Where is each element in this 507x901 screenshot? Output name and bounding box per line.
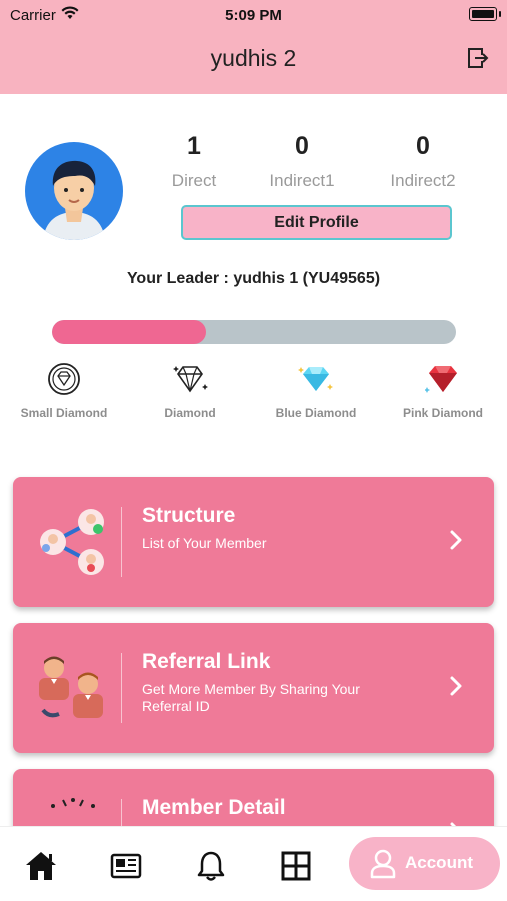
leader-text: Your Leader : yudhis 1 (YU49565) [126,270,381,287]
card-title: Member Detail [142,796,286,819]
card-title: Referral Link [142,650,271,673]
logout-icon[interactable] [467,47,489,69]
edit-profile-button[interactable]: Edit Profile [181,205,452,240]
card-subtitle: List of Your Member [142,535,267,551]
card-title: Structure [142,504,236,527]
stat-indirect2-label: Indirect2 [390,171,456,190]
grid-icon[interactable] [279,849,313,883]
stat-direct-label: Direct [171,171,217,190]
status-time: 5:09 PM [225,7,282,24]
account-tab-label: Account [405,853,473,872]
bottom-navigation: Account [0,826,507,901]
bell-icon[interactable] [194,849,228,883]
news-icon[interactable] [109,849,143,883]
user-icon [370,849,396,879]
status-bar: Carrier 5:09 PM [0,0,507,30]
card-subtitle: Get More Member By Sharing Your Referral… [142,681,360,714]
stat-direct: 1 Direct [139,132,249,191]
chevron-right-icon [450,530,462,550]
rank-label: Pink Diamond [402,406,483,420]
small-diamond-icon [48,363,80,395]
rank-label: Blue Diamond [275,406,357,420]
rank-diamond: Diamond [127,360,253,420]
rank-progress-bar [52,320,456,344]
rank-label: Small Diamond [20,406,108,420]
account-tab-button[interactable]: Account [349,837,500,890]
stat-indirect1: 0 Indirect1 [247,132,357,191]
structure-icon [40,509,104,575]
stat-direct-value: 1 [187,132,201,160]
rank-small-diamond: Small Diamond [1,360,127,420]
page-title: yudhis 2 [210,45,297,71]
referral-link-card[interactable]: Referral Link Get More Member By Sharing… [13,623,494,753]
structure-card[interactable]: Structure List of Your Member [13,477,494,607]
blue-diamond-icon [298,367,333,391]
card-divider [121,507,122,577]
card-divider [121,653,122,723]
rank-progress-fill [52,320,206,344]
battery-icon [469,7,501,21]
referral-icon [39,656,103,718]
stat-indirect2: 0 Indirect2 [368,132,478,191]
rank-label: Diamond [164,406,216,420]
rank-blue-diamond: Blue Diamond [253,360,379,420]
stat-indirect2-value: 0 [416,132,430,160]
rank-pink-diamond: Pink Diamond [380,360,506,420]
stat-indirect1-label: Indirect1 [269,171,335,190]
home-icon[interactable] [24,849,58,883]
diamond-icon [173,366,208,393]
chevron-right-icon [450,676,462,696]
pink-diamond-icon [425,366,457,393]
stat-indirect1-value: 0 [295,132,309,160]
app-header: Carrier 5:09 PM yudhis 2 [0,0,507,94]
user-avatar [25,142,123,240]
